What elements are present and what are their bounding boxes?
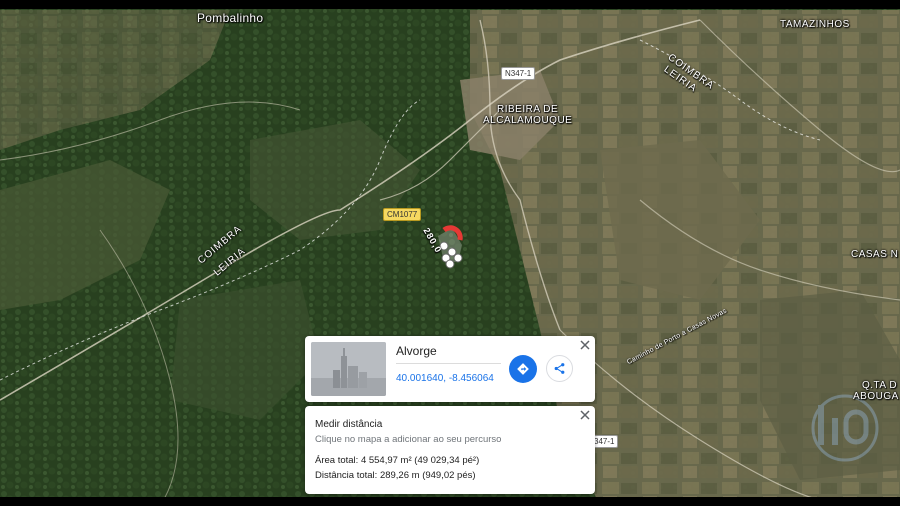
satellite-map[interactable]: Pombalinho TAMAZINHOS RIBEIRA DE ALCALAM… (0, 0, 900, 506)
road-shield-cm1077: CM1077 (383, 208, 422, 221)
close-icon[interactable] (579, 339, 591, 351)
measure-point (445, 259, 455, 269)
place-coordinates[interactable]: 40.001640, -8.456064 (396, 373, 494, 384)
place-label-ribeira-line2: ALCALAMOUQUE (483, 115, 573, 126)
place-label-ribeira-line1: RIBEIRA DE (497, 104, 559, 115)
place-label-qta-line2: ABOUGA (853, 391, 899, 402)
measure-total-distance: Distância total: 289,26 m (949,02 pés) (315, 470, 476, 481)
bottom-border (0, 497, 900, 506)
share-icon (554, 363, 565, 374)
road-shield-n347-top: N347-1 (501, 67, 536, 80)
measure-point (453, 253, 463, 263)
directions-button[interactable] (509, 355, 537, 383)
place-name: Alvorge (396, 344, 437, 358)
place-label-pombalinho: Pombalinho (197, 11, 264, 25)
divider (396, 363, 501, 364)
measure-point (447, 247, 457, 257)
place-label-qta-line1: Q.TA D (862, 380, 898, 391)
place-info-card: Alvorge 40.001640, -8.456064 (305, 336, 595, 402)
close-icon[interactable] (579, 409, 591, 421)
place-label-tamazinhos: TAMAZINHOS (780, 19, 850, 30)
share-button[interactable] (546, 355, 573, 382)
directions-icon (517, 363, 529, 375)
place-label-casas-novas: CASAS N (851, 249, 899, 260)
measure-hint: Clique no mapa a adicionar ao seu percur… (315, 434, 502, 445)
measure-distance-card: Medir distância Clique no mapa a adicion… (305, 406, 595, 494)
place-thumbnail[interactable] (311, 342, 386, 396)
measure-total-area: Área total: 4 554,97 m² (49 029,34 pé²) (315, 455, 480, 466)
top-border (0, 0, 900, 9)
measure-title: Medir distância (315, 419, 383, 430)
